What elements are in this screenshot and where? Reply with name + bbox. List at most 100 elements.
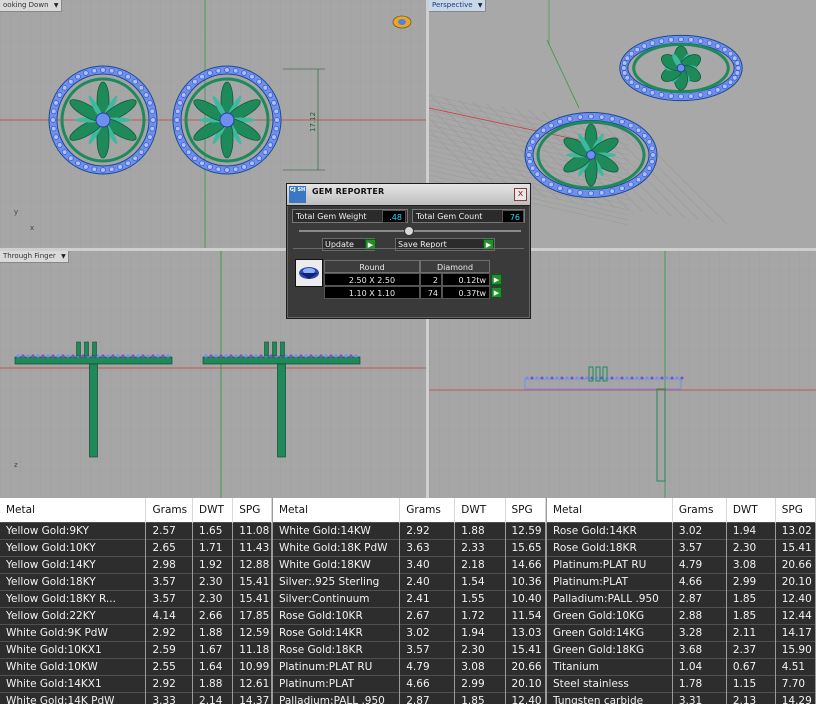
gem-shape-thumbnail (295, 259, 323, 287)
table-cell: 15.90 (775, 641, 816, 659)
table-cell: 2.88 (672, 607, 727, 625)
column-header-metal[interactable]: Metal (0, 498, 147, 523)
table-row[interactable]: Yellow Gold:14KY 2.98 1.92 12.88 (0, 556, 272, 574)
table-cell: 2.33 (454, 539, 506, 557)
table-cell: Rose Gold:18KR (547, 539, 673, 557)
table-row[interactable]: White Gold:18KW 3.40 2.18 14.66 (273, 556, 546, 574)
table-cell: 2.30 (192, 573, 234, 591)
viewport-front-label[interactable]: Through Finger ▼ (0, 251, 69, 263)
table-row[interactable]: Palladium:PALL .950 2.87 1.85 12.40 (547, 590, 816, 608)
table-row[interactable]: White Gold:14KW 2.92 1.88 12.59 (273, 522, 546, 540)
gem-row-go-icon[interactable]: ▶ (491, 274, 502, 285)
dialog-slider-knob[interactable] (404, 226, 414, 236)
table-cell: 14.37 (232, 692, 272, 704)
table-row[interactable]: Silver:.925 Sterling 2.40 1.54 10.36 (273, 573, 546, 591)
table-cell: 13.03 (505, 624, 546, 642)
table-row[interactable]: Rose Gold:14KR 3.02 1.94 13.03 (273, 624, 546, 642)
column-header-grams[interactable]: Grams (145, 498, 194, 523)
viewport-perspective-label[interactable]: Perspective ▼ (429, 0, 486, 12)
table-cell: 1.54 (454, 573, 506, 591)
table-cell: 3.57 (399, 641, 456, 659)
table-cell: 20.10 (775, 573, 816, 591)
table-row[interactable]: Steel stainless 1.78 1.15 7.70 (547, 675, 816, 693)
table-cell: 1.72 (454, 607, 506, 625)
table-row[interactable]: White Gold:10KX1 2.59 1.67 11.18 (0, 641, 272, 659)
table-row[interactable]: White Gold:18K PdW 3.63 2.33 15.65 (273, 539, 546, 557)
axis-z-label: z (14, 461, 18, 469)
column-header-spg[interactable]: SPG (505, 498, 546, 523)
table-cell: 2.92 (399, 522, 456, 540)
table-cell: 2.87 (399, 692, 456, 704)
table-cell: 12.88 (232, 556, 272, 574)
table-row[interactable]: Platinum:PLAT 4.66 2.99 20.10 (547, 573, 816, 591)
table-row[interactable]: Tungsten carbide 3.31 2.13 14.29 (547, 692, 816, 704)
metal-table-3: Metal Grams DWT SPG Rose Gold:14KR 3.02 1.94 1… (547, 498, 816, 704)
table-row[interactable]: Platinum:PLAT RU 4.79 3.08 20.66 (547, 556, 816, 574)
table-row[interactable]: Green Gold:14KG 3.28 2.11 14.17 (547, 624, 816, 642)
table-cell: 1.85 (726, 590, 776, 608)
table-cell: 2.65 (145, 539, 194, 557)
table-row[interactable]: Platinum:PLAT 4.66 2.99 20.10 (273, 675, 546, 693)
table-row[interactable]: Palladium:PALL .950 2.87 1.85 12.40 (273, 692, 546, 704)
table-row[interactable]: Titanium 1.04 0.67 4.51 (547, 658, 816, 676)
table-cell: 1.94 (454, 624, 506, 642)
column-header-dwt[interactable]: DWT (192, 498, 234, 523)
table-cell: 2.11 (726, 624, 776, 642)
table-row[interactable]: Yellow Gold:18KY R... 3.57 2.30 15.41 (0, 590, 272, 608)
gem-table-header-shape: Round (324, 260, 420, 273)
table-row[interactable]: Rose Gold:18KR 3.57 2.30 15.41 (547, 539, 816, 557)
metal-weight-table: Metal Grams DWT SPG Yellow Gold:9KY 2.57 1.65… (0, 498, 272, 704)
table-cell: Yellow Gold:18KY R... (0, 590, 147, 608)
table-row[interactable]: White Gold:9K PdW 2.92 1.88 12.59 (0, 624, 272, 642)
table-cell: 2.30 (454, 641, 506, 659)
table-cell: 2.37 (726, 641, 776, 659)
table-row[interactable]: White Gold:14KX1 2.92 1.88 12.61 (0, 675, 272, 693)
table-cell: 20.66 (775, 556, 816, 574)
dialog-titlebar[interactable]: GJ SH GEM REPORTER x (287, 184, 530, 206)
chevron-down-icon[interactable]: ▼ (61, 251, 66, 262)
table-row[interactable]: Rose Gold:10KR 2.67 1.72 11.54 (273, 607, 546, 625)
table-row[interactable]: White Gold:10KW 2.55 1.64 10.99 (0, 658, 272, 676)
table-cell: Tungsten carbide (547, 692, 673, 704)
table-row[interactable]: Yellow Gold:9KY 2.57 1.65 11.08 (0, 522, 272, 540)
table-cell: 1.94 (726, 522, 776, 540)
table-row[interactable]: Yellow Gold:22KY 4.14 2.66 17.85 (0, 607, 272, 625)
table-row[interactable]: Platinum:PLAT RU 4.79 3.08 20.66 (273, 658, 546, 676)
table-cell: 2.67 (399, 607, 456, 625)
axis-x-label: x (30, 224, 35, 232)
table-row[interactable]: White Gold:14K PdW 3.33 2.14 14.37 (0, 692, 272, 704)
column-header-grams[interactable]: Grams (399, 498, 456, 523)
table-cell: Palladium:PALL .950 (547, 590, 673, 608)
table-row[interactable]: Green Gold:10KG 2.88 1.85 12.44 (547, 607, 816, 625)
viewport-top-label[interactable]: ooking Down ▼ (0, 0, 62, 12)
table-row[interactable]: Rose Gold:18KR 3.57 2.30 15.41 (273, 641, 546, 659)
save-report-button[interactable]: Save Report (395, 238, 495, 251)
column-header-dwt[interactable]: DWT (454, 498, 506, 523)
table-cell: 12.44 (775, 607, 816, 625)
table-cell: Palladium:PALL .950 (273, 692, 401, 704)
table-cell: White Gold:10KW (0, 658, 147, 676)
table-row[interactable]: Yellow Gold:18KY 3.57 2.30 15.41 (0, 573, 272, 591)
table-row[interactable]: Silver:Continuum 2.41 1.55 10.40 (273, 590, 546, 608)
column-header-dwt[interactable]: DWT (726, 498, 776, 523)
column-header-spg[interactable]: SPG (775, 498, 816, 523)
gem-reporter-logo-icon: GJ SH (289, 186, 306, 203)
gem-row-go-icon[interactable]: ▶ (491, 287, 502, 298)
table-cell: 3.63 (399, 539, 456, 557)
chevron-down-icon[interactable]: ▼ (478, 0, 483, 11)
table-cell: Platinum:PLAT (547, 573, 673, 591)
column-header-metal[interactable]: Metal (547, 498, 673, 523)
metal-weight-table: Metal Grams DWT SPG White Gold:14KW 2.92 1.88… (273, 498, 546, 704)
column-header-spg[interactable]: SPG (232, 498, 272, 523)
close-button[interactable]: x (514, 188, 527, 201)
table-cell: 14.66 (505, 556, 546, 574)
table-cell: Yellow Gold:9KY (0, 522, 147, 540)
column-header-metal[interactable]: Metal (273, 498, 401, 523)
table-cell: 2.40 (399, 573, 456, 591)
table-row[interactable]: Green Gold:18KG 3.68 2.37 15.90 (547, 641, 816, 659)
table-cell: White Gold:14K PdW (0, 692, 147, 704)
table-row[interactable]: Yellow Gold:10KY 2.65 1.71 11.43 (0, 539, 272, 557)
column-header-grams[interactable]: Grams (672, 498, 727, 523)
chevron-down-icon[interactable]: ▼ (54, 0, 59, 11)
table-row[interactable]: Rose Gold:14KR 3.02 1.94 13.02 (547, 522, 816, 540)
